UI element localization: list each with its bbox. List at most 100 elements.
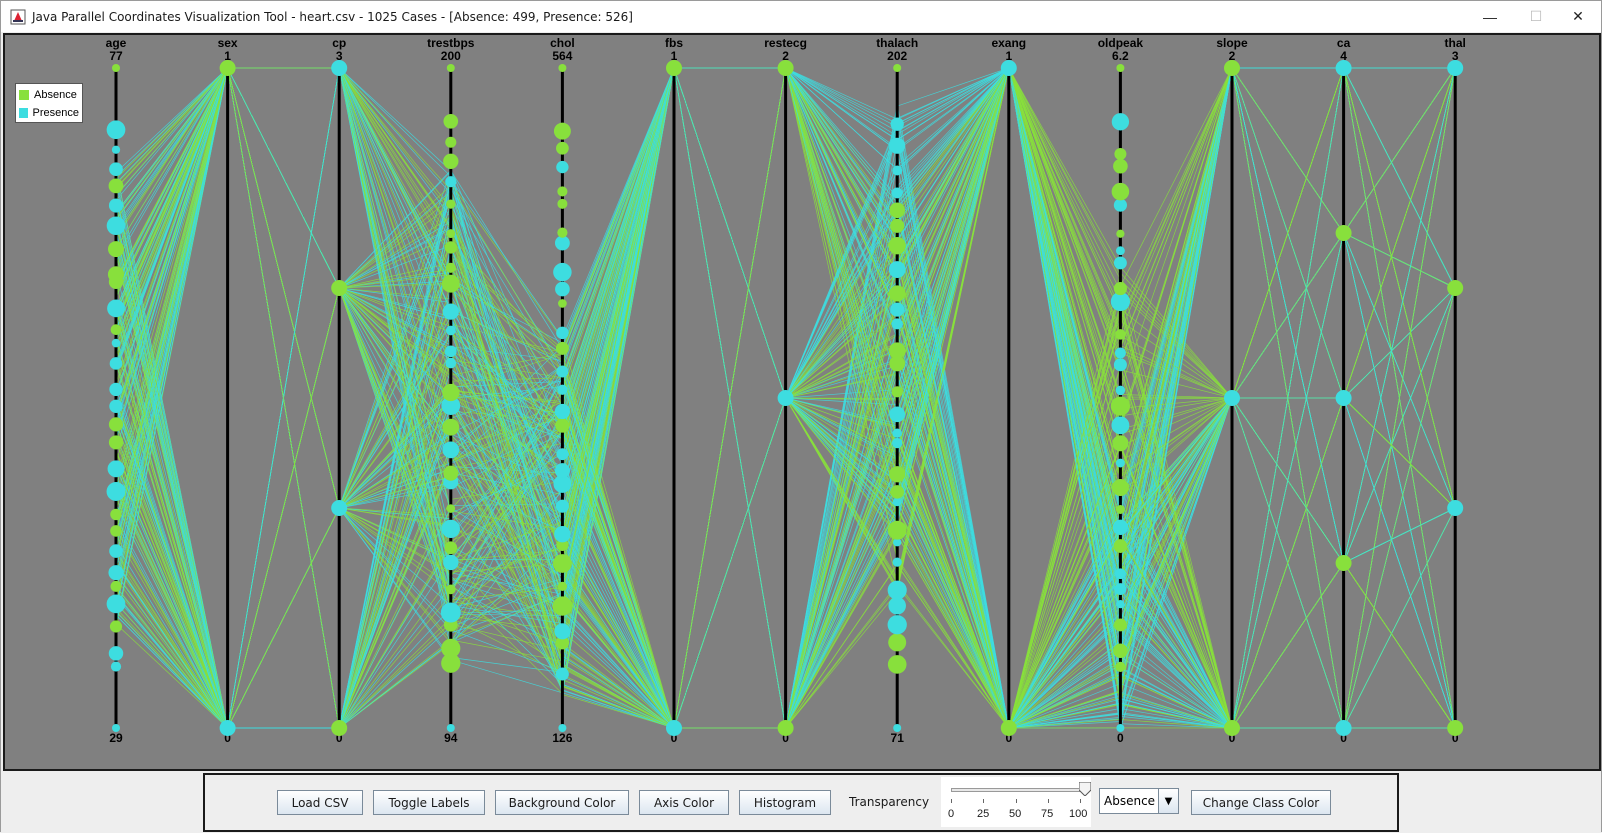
axis-value-dot	[1116, 724, 1125, 732]
axis-min-age: 29	[109, 731, 123, 745]
axis-value-dot	[887, 520, 907, 540]
axis-value-dot	[889, 406, 906, 423]
axis-value-dot	[112, 724, 120, 732]
axis-value-dot	[1114, 347, 1126, 359]
axis-value-dot	[1111, 479, 1129, 497]
axis-value-dot	[1116, 600, 1125, 609]
axis-value-dot	[1335, 225, 1352, 241]
axis-value-dot	[777, 720, 794, 736]
axis-value-dot	[445, 345, 457, 358]
class-select-dropdown[interactable]: Absence ▼	[1099, 788, 1179, 814]
axis-value-dot	[892, 165, 903, 176]
change-class-color-button[interactable]: Change Class Color	[1191, 790, 1331, 815]
axis-value-dot	[106, 216, 126, 236]
slider-tick	[1048, 799, 1049, 803]
axis-value-dot	[106, 120, 126, 140]
axis-max-oldpeak: 6.2	[1112, 49, 1129, 63]
axis-value-dot	[442, 303, 459, 320]
axis-value-dot	[444, 241, 457, 254]
slider-tick-label: 0	[948, 808, 955, 820]
axis-value-dot	[112, 64, 120, 72]
axis-value-dot	[777, 390, 794, 406]
title-bar: Java Parallel Coordinates Visualization …	[1, 1, 1601, 32]
chevron-down-icon[interactable]: ▼	[1158, 789, 1178, 813]
parallel-coordinates-canvas[interactable]: age7729sex10cp30trestbps20094chol564126f…	[5, 35, 1599, 769]
axis-value-dot	[893, 64, 902, 72]
axis-value-dot	[1113, 198, 1127, 212]
axis-value-dot	[1447, 60, 1464, 76]
axis-value-dot	[1111, 113, 1130, 131]
maximize-button[interactable]: ☐	[1513, 1, 1559, 32]
axis-value-dot	[441, 519, 460, 539]
axis-value-dot	[558, 299, 567, 308]
axis-value-dot	[1114, 583, 1127, 596]
axis-value-dot	[445, 357, 457, 369]
axis-value-dot	[1111, 416, 1130, 435]
axis-value-dot	[552, 596, 573, 616]
axis-value-dot	[440, 602, 461, 623]
axis-value-dot	[557, 198, 568, 209]
axis-value-dot	[1447, 720, 1464, 736]
parallel-coordinates-plot[interactable]: age 77 29 sex 1 0 cp 3 0 trestbps 200 94 chol 564 126 f…	[3, 33, 1601, 771]
axis-value-dot	[555, 281, 570, 297]
axis-value-dot	[109, 399, 123, 413]
axis-value-dot	[446, 724, 455, 732]
background-color-button[interactable]: Background Color	[495, 790, 629, 815]
slider-thumb[interactable]	[1078, 781, 1092, 797]
axis-value-dot	[891, 386, 903, 398]
axis-value-dot	[331, 280, 348, 296]
slider-tick-label: 50	[1009, 808, 1022, 820]
axis-value-dot	[889, 137, 906, 154]
axis-value-dot	[443, 465, 459, 481]
axis-value-dot	[558, 64, 567, 72]
slider-tick	[951, 799, 952, 803]
axis-value-dot	[443, 554, 459, 571]
axis-color-button[interactable]: Axis Color	[639, 790, 729, 815]
legend-label-absence: Absence	[34, 89, 77, 101]
axis-value-dot	[443, 153, 459, 169]
axis-name-restecg: restecg	[764, 36, 807, 50]
axis-value-dot	[331, 60, 348, 76]
histogram-button[interactable]: Histogram	[739, 790, 831, 815]
axis-value-dot	[553, 262, 572, 282]
control-toolbar: Load CSV Toggle Labels Background Color …	[203, 773, 1399, 832]
slider-tick-label: 25	[977, 808, 990, 820]
axis-name-sex: sex	[218, 36, 238, 50]
slider-tick	[1016, 799, 1017, 803]
minimize-button[interactable]: —	[1467, 1, 1513, 32]
transparency-slider[interactable]: 0 25 50 75 100	[941, 777, 1092, 827]
axis-value-dot	[107, 299, 125, 318]
axis-value-dot	[109, 357, 123, 370]
load-csv-button[interactable]: Load CSV	[277, 790, 363, 815]
axis-value-dot	[108, 241, 124, 258]
axis-value-dot	[444, 541, 458, 555]
close-button[interactable]: ✕	[1555, 1, 1601, 32]
axis-value-dot	[1113, 358, 1127, 372]
legend-label-presence: Presence	[32, 107, 79, 119]
axis-value-dot	[554, 235, 570, 251]
axis-value-dot	[557, 581, 568, 592]
class-legend: Absence Presence	[15, 83, 83, 123]
axis-value-dot	[557, 384, 568, 395]
legend-swatch-presence	[19, 108, 28, 118]
axis-value-dot	[1224, 390, 1240, 406]
axis-value-dot	[108, 435, 124, 450]
toggle-labels-button[interactable]: Toggle Labels	[373, 790, 485, 815]
axis-value-dot	[1113, 618, 1127, 632]
axis-value-dot	[890, 218, 905, 233]
axis-name-cp: cp	[332, 36, 346, 50]
axis-value-dot	[556, 365, 569, 378]
axis-value-dot	[219, 60, 236, 76]
axis-value-dot	[556, 448, 569, 461]
axis-value-dot	[1224, 720, 1240, 736]
axis-value-dot	[108, 417, 124, 432]
legend-item-presence: Presence	[19, 104, 79, 122]
axis-value-dot	[1115, 661, 1126, 672]
slider-track[interactable]	[951, 788, 1081, 792]
axis-name-chol: chol	[550, 36, 575, 50]
window-title: Java Parallel Coordinates Visualization …	[32, 9, 633, 24]
axis-value-dot	[1112, 519, 1129, 536]
axis-value-dot	[1115, 329, 1126, 340]
slider-tick-label: 100	[1069, 808, 1088, 820]
axis-value-dot	[887, 580, 907, 600]
